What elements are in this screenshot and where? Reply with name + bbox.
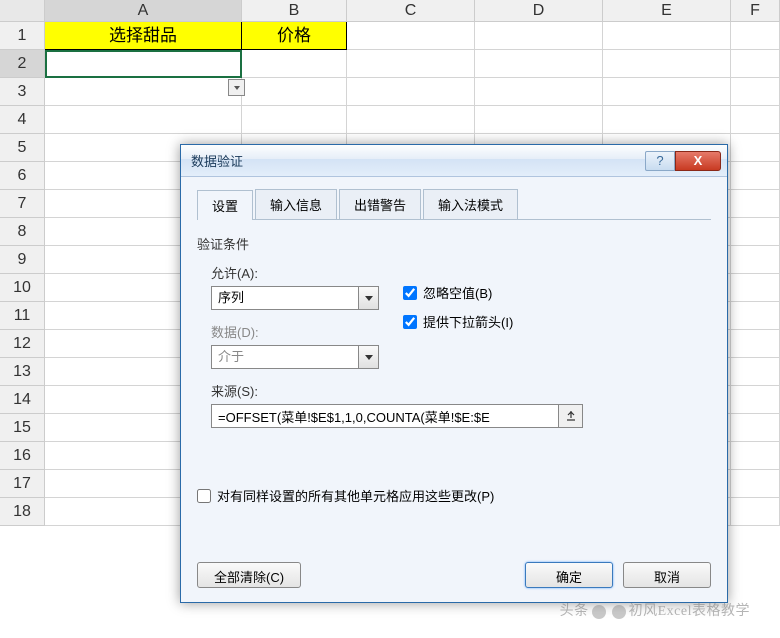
- cell-f3[interactable]: [731, 78, 780, 106]
- cell-f18[interactable]: [731, 498, 780, 526]
- row-header-12[interactable]: 12: [0, 330, 45, 358]
- cell-f14[interactable]: [731, 386, 780, 414]
- tab-input-message[interactable]: 输入信息: [255, 189, 337, 219]
- cell-c3[interactable]: [347, 78, 475, 106]
- tab-ime-mode[interactable]: 输入法模式: [423, 189, 518, 219]
- cell-b3[interactable]: [242, 78, 347, 106]
- cell-b2[interactable]: [242, 50, 347, 78]
- row-header-11[interactable]: 11: [0, 302, 45, 330]
- cell-e1[interactable]: [603, 22, 731, 50]
- cell-f4[interactable]: [731, 106, 780, 134]
- allow-label: 允许(A):: [211, 263, 379, 282]
- cancel-button[interactable]: 取消: [623, 562, 711, 588]
- dialog-titlebar: 数据验证 ? X: [181, 145, 727, 177]
- cell-f17[interactable]: [731, 470, 780, 498]
- source-input[interactable]: [211, 404, 559, 428]
- row-header-4[interactable]: 4: [0, 106, 45, 134]
- row-header-18[interactable]: 18: [0, 498, 45, 526]
- cell-f11[interactable]: [731, 302, 780, 330]
- cell-a4[interactable]: [45, 106, 242, 134]
- close-button[interactable]: X: [675, 151, 721, 171]
- cell-c2[interactable]: [347, 50, 475, 78]
- ignore-blank-input[interactable]: [403, 286, 417, 300]
- cell-f7[interactable]: [731, 190, 780, 218]
- cell-f12[interactable]: [731, 330, 780, 358]
- cell-d4[interactable]: [475, 106, 603, 134]
- row-header-9[interactable]: 9: [0, 246, 45, 274]
- allow-combo[interactable]: 序列: [211, 286, 359, 310]
- select-all-corner[interactable]: [0, 0, 45, 22]
- cell-f13[interactable]: [731, 358, 780, 386]
- cell-f8[interactable]: [731, 218, 780, 246]
- incell-dropdown-checkbox[interactable]: 提供下拉箭头(I): [403, 312, 513, 331]
- data-label: 数据(D):: [211, 322, 379, 341]
- allow-combo-arrow[interactable]: [359, 286, 379, 310]
- dialog-tabs: 设置 输入信息 出错警告 输入法模式: [197, 189, 711, 220]
- cell-c1[interactable]: [347, 22, 475, 50]
- row-header-6[interactable]: 6: [0, 162, 45, 190]
- cell-d2[interactable]: [475, 50, 603, 78]
- col-header-d[interactable]: D: [475, 0, 603, 22]
- clear-all-button[interactable]: 全部清除(C): [197, 562, 301, 588]
- apply-to-others-label: 对有同样设置的所有其他单元格应用这些更改(P): [217, 486, 494, 505]
- incell-dropdown-input[interactable]: [403, 315, 417, 329]
- cell-f15[interactable]: [731, 414, 780, 442]
- apply-to-others-checkbox[interactable]: 对有同样设置的所有其他单元格应用这些更改(P): [197, 486, 711, 505]
- cell-e3[interactable]: [603, 78, 731, 106]
- cell-f1[interactable]: [731, 22, 780, 50]
- cell-c4[interactable]: [347, 106, 475, 134]
- row-header-2[interactable]: 2: [0, 50, 45, 78]
- row-header-8[interactable]: 8: [0, 218, 45, 246]
- data-combo-arrow: [359, 345, 379, 369]
- cell-f9[interactable]: [731, 246, 780, 274]
- cell-e2[interactable]: [603, 50, 731, 78]
- row-header-10[interactable]: 10: [0, 274, 45, 302]
- dialog-title: 数据验证: [191, 151, 645, 170]
- cell-a3[interactable]: [45, 78, 242, 106]
- ignore-blank-checkbox[interactable]: 忽略空值(B): [403, 283, 513, 302]
- watermark: 头条初风Excel表格教学: [560, 600, 750, 620]
- row-header-3[interactable]: 3: [0, 78, 45, 106]
- source-label: 来源(S):: [211, 381, 711, 400]
- apply-to-others-input[interactable]: [197, 489, 211, 503]
- tab-settings[interactable]: 设置: [197, 190, 253, 220]
- cell-d1[interactable]: [475, 22, 603, 50]
- row-header-7[interactable]: 7: [0, 190, 45, 218]
- row-header-16[interactable]: 16: [0, 442, 45, 470]
- cell-b4[interactable]: [242, 106, 347, 134]
- cell-a2[interactable]: [45, 50, 242, 78]
- cell-dropdown-icon[interactable]: [228, 79, 245, 96]
- cell-f10[interactable]: [731, 274, 780, 302]
- row-header-1[interactable]: 1: [0, 22, 45, 50]
- row-header-17[interactable]: 17: [0, 470, 45, 498]
- collapse-icon: [565, 410, 577, 422]
- cell-d3[interactable]: [475, 78, 603, 106]
- incell-dropdown-label: 提供下拉箭头(I): [423, 312, 513, 331]
- criteria-group-label: 验证条件: [197, 234, 711, 253]
- cell-a1[interactable]: 选择甜品: [45, 22, 242, 50]
- col-header-a[interactable]: A: [45, 0, 242, 22]
- col-header-b[interactable]: B: [242, 0, 347, 22]
- col-header-e[interactable]: E: [603, 0, 731, 22]
- cell-f16[interactable]: [731, 442, 780, 470]
- tab-error-alert[interactable]: 出错警告: [339, 189, 421, 219]
- row-header-15[interactable]: 15: [0, 414, 45, 442]
- cell-f2[interactable]: [731, 50, 780, 78]
- cell-f5[interactable]: [731, 134, 780, 162]
- row-header-5[interactable]: 5: [0, 134, 45, 162]
- row-header-14[interactable]: 14: [0, 386, 45, 414]
- ok-button[interactable]: 确定: [525, 562, 613, 588]
- cell-b1[interactable]: 价格: [242, 22, 347, 50]
- data-validation-dialog: 数据验证 ? X 设置 输入信息 出错警告 输入法模式 验证条件 允许(A): …: [180, 144, 728, 603]
- col-header-c[interactable]: C: [347, 0, 475, 22]
- data-combo: 介于: [211, 345, 359, 369]
- cell-f6[interactable]: [731, 162, 780, 190]
- ignore-blank-label: 忽略空值(B): [423, 283, 492, 302]
- cell-e4[interactable]: [603, 106, 731, 134]
- help-button[interactable]: ?: [645, 151, 675, 171]
- row-header-13[interactable]: 13: [0, 358, 45, 386]
- col-header-f[interactable]: F: [731, 0, 780, 22]
- range-selector-button[interactable]: [559, 404, 583, 428]
